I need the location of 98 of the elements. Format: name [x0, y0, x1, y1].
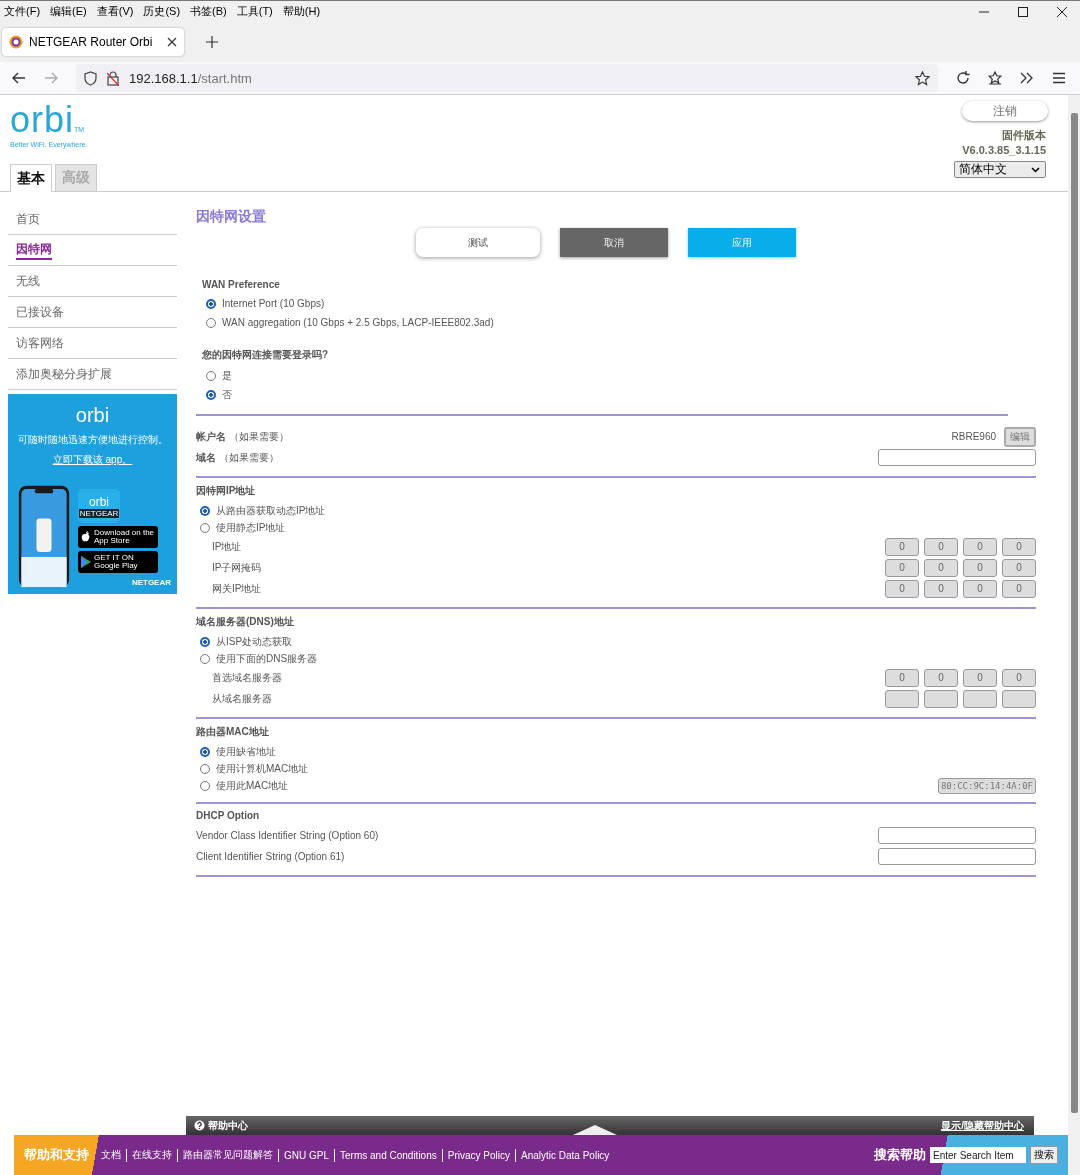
- account-name-value: RBRE960: [951, 431, 996, 442]
- question-label: 您的因特网连接需要登录吗?: [202, 348, 330, 362]
- field-label: 域名 （如果需要）: [196, 450, 279, 465]
- site-icon: [9, 35, 23, 49]
- field-label: 首选域名服务器: [212, 670, 282, 685]
- sidebar-item[interactable]: 添加奥秘分身扩展: [16, 365, 112, 383]
- footer-title: 帮助和支持: [24, 1146, 89, 1164]
- netgear-logo: NETGEAR: [131, 578, 171, 587]
- option-label: 使用缺省地址: [216, 744, 276, 759]
- sidebar-item[interactable]: 已接设备: [16, 303, 64, 321]
- field-label: 从域名服务器: [212, 691, 272, 706]
- language-select[interactable]: 简体中文: [954, 161, 1046, 178]
- radio-button[interactable]: [206, 298, 216, 309]
- section-title: 因特网IP地址: [196, 484, 257, 498]
- edit-button[interactable]: 编辑: [1004, 426, 1036, 447]
- star-icon[interactable]: [915, 70, 930, 86]
- option-label: WAN aggregation (10 Gbps + 2.5 Gbps, LACP-IEEE802.3ad): [222, 317, 494, 328]
- sidebar-item[interactable]: 首页: [16, 210, 40, 228]
- option-label: 使用计算机MAC地址: [216, 761, 309, 776]
- field-label: IP子网掩码: [212, 560, 262, 575]
- option-label: 否: [222, 387, 232, 402]
- menu-icon[interactable]: [1052, 72, 1066, 84]
- radio-button[interactable]: [200, 522, 210, 533]
- menu-item[interactable]: 帮助(H): [282, 4, 321, 19]
- sidebar-item[interactable]: 因特网: [16, 240, 52, 260]
- new-tab-icon[interactable]: [206, 36, 218, 48]
- option-label: 使用下面的DNS服务器: [216, 651, 318, 666]
- menu-item[interactable]: 查看(V): [96, 4, 134, 19]
- logout-button[interactable]: 注销: [962, 101, 1048, 121]
- help-center-label[interactable]: 帮助中心: [208, 1118, 248, 1133]
- option-label: Internet Port (10 Gbps): [222, 298, 325, 309]
- firmware-version: V6.0.3.85_3.1.15: [962, 144, 1046, 156]
- promo-text: 可随时随地迅速方便地进行控制。: [17, 433, 168, 447]
- action-button[interactable]: 测试: [416, 228, 540, 257]
- field-label: 网关IP地址: [212, 581, 262, 596]
- back-icon[interactable]: [12, 72, 26, 84]
- footer-link[interactable]: 在线支持: [132, 1148, 172, 1162]
- search-button[interactable]: 搜索: [1030, 1146, 1058, 1164]
- shield-icon: [84, 70, 97, 86]
- footer-link[interactable]: GNU GPL: [284, 1149, 329, 1161]
- menu-item[interactable]: 书签(B): [190, 4, 227, 19]
- google-play-badge[interactable]: GET IT ON Google Play: [78, 551, 158, 573]
- close-icon[interactable]: [167, 37, 177, 47]
- footer-link[interactable]: 文档: [101, 1148, 121, 1162]
- section-title: 路由器MAC地址: [196, 725, 270, 739]
- menu-item[interactable]: 文件(F): [4, 4, 41, 19]
- app-icon: orbi NETGEAR: [78, 489, 120, 523]
- search-help-label: 搜索帮助: [874, 1146, 926, 1164]
- maximize-icon[interactable]: [1017, 5, 1029, 18]
- field-label: 帐户名 （如果需要）: [196, 429, 289, 444]
- chevrons-icon[interactable]: [1020, 72, 1034, 84]
- radio-button[interactable]: [200, 653, 210, 664]
- app-store-badge[interactable]: Download on the App Store: [78, 526, 158, 548]
- scrollbar-thumb[interactable]: [1071, 113, 1078, 1113]
- field-label: Vendor Class Identifier String (Option 60): [196, 830, 379, 841]
- field-label: IP地址: [212, 539, 242, 554]
- sidebar-item[interactable]: 无线: [16, 272, 40, 290]
- radio-button[interactable]: [206, 370, 216, 381]
- orbi-logo: orbi: [75, 404, 110, 427]
- section-title: DHCP Option: [196, 810, 261, 821]
- menu-item[interactable]: 工具(T): [236, 4, 273, 19]
- radio-button[interactable]: [206, 389, 216, 400]
- radio-button[interactable]: [200, 636, 210, 647]
- firmware-label: 固件版本: [1002, 128, 1046, 143]
- text-input[interactable]: [878, 848, 1036, 865]
- address-bar[interactable]: 192.168.1.1/start.htm: [76, 64, 938, 92]
- orbi-logo: orbi: [10, 101, 75, 139]
- expand-arrow-icon[interactable]: [572, 1125, 617, 1135]
- option-label: 使用此MAC地址: [216, 778, 289, 793]
- search-field[interactable]: Enter Search Item: [930, 1147, 1026, 1163]
- close-icon[interactable]: [1056, 5, 1068, 18]
- footer-link[interactable]: Analytic Data Policy: [521, 1149, 610, 1161]
- radio-button[interactable]: [206, 317, 216, 328]
- page-title: 因特网设置: [196, 208, 267, 226]
- domain-input[interactable]: [878, 449, 1036, 466]
- option-label: 使用静态IP地址: [216, 520, 286, 535]
- radio-button[interactable]: [200, 505, 210, 516]
- footer-link[interactable]: Privacy Policy: [447, 1149, 510, 1161]
- option-label: 从ISP处动态获取: [216, 634, 293, 649]
- action-button[interactable]: 取消: [560, 228, 668, 257]
- footer-link[interactable]: Terms and Conditions: [340, 1149, 437, 1161]
- lock-icon: [107, 70, 119, 86]
- toggle-help-link[interactable]: 显示/隐藏帮助中心: [941, 1118, 1024, 1133]
- menu-item[interactable]: 编辑(E): [50, 4, 87, 19]
- browser-tab[interactable]: NETGEAR Router Orbi: [2, 28, 184, 56]
- field-label: Client Identifier String (Option 61): [196, 851, 345, 862]
- menu-item[interactable]: 历史(S): [143, 4, 181, 19]
- option-label: 是: [222, 368, 232, 383]
- section-title: 域名服务器(DNS)地址: [196, 615, 295, 629]
- dropdown-caret-icon: [1031, 166, 1040, 173]
- section-title: WAN Preference: [202, 279, 281, 290]
- help-icon: [194, 1120, 205, 1131]
- option-label: 从路由器获取动态IP地址: [216, 503, 326, 518]
- footer-link[interactable]: 路由器常见问题解答: [183, 1148, 273, 1162]
- tab[interactable]: 基本: [10, 164, 52, 192]
- text-input[interactable]: [878, 827, 1036, 844]
- sidebar-item[interactable]: 访客网络: [16, 334, 64, 352]
- reload-icon[interactable]: [956, 71, 970, 85]
